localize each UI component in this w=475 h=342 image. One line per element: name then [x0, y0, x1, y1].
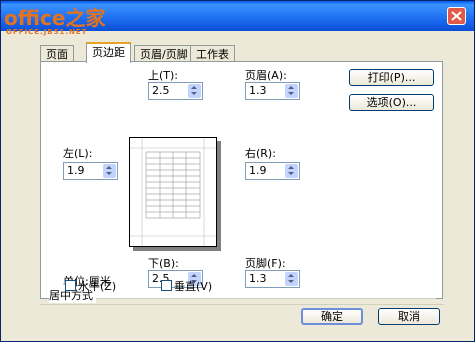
left-margin-spinner[interactable]: 1.9 [63, 162, 118, 180]
margins-panel: 上(T): 2.5 页眉(A): 1.3 打印(P)... 选项(O)... 左… [40, 61, 443, 303]
top-margin-label: 上(T): [148, 69, 179, 82]
tab-margins[interactable]: 页边距 [86, 42, 131, 63]
top-margin-value: 2.5 [152, 84, 170, 97]
bottom-margin-label: 下(B): [148, 257, 179, 270]
header-margin-spinner[interactable]: 1.3 [245, 82, 300, 100]
spinner-arrows-icon[interactable] [285, 164, 298, 178]
footer-margin-spinner[interactable]: 1.3 [245, 270, 300, 288]
watermark-sub-text: OFFICE.JB51.NET [6, 28, 88, 36]
close-button[interactable] [447, 7, 466, 25]
tab-sheet[interactable]: 工作表 [190, 45, 235, 62]
preview-grid-icon [130, 138, 216, 246]
spinner-arrows-icon[interactable] [103, 164, 116, 178]
page: 页面 页边距 页眉/页脚 工作表 上(T): 2.5 页眉(A): 1.3 打印… [0, 0, 475, 342]
right-margin-spinner[interactable]: 1.9 [245, 162, 300, 180]
options-button[interactable]: 选项(O)... [349, 94, 434, 111]
footer-divider [40, 304, 444, 305]
cancel-button[interactable]: 取消 [378, 308, 440, 325]
spinner-arrows-icon[interactable] [285, 272, 298, 286]
right-margin-label: 右(R): [245, 147, 276, 160]
footer-margin-label: 页脚(F): [245, 257, 286, 270]
page-preview [129, 137, 217, 247]
spinner-arrows-icon[interactable] [285, 84, 298, 98]
tab-header-footer[interactable]: 页眉/页脚 [134, 45, 194, 62]
footer-margin-value: 1.3 [249, 272, 267, 285]
print-button[interactable]: 打印(P)... [349, 69, 434, 86]
watermark-main-text: office之家 [4, 6, 106, 30]
header-margin-value: 1.3 [249, 84, 267, 97]
right-margin-value: 1.9 [249, 164, 267, 177]
center-horizontally-label[interactable]: 水平(Z) [78, 278, 116, 294]
page-setup-dialog: 页面 页边距 页眉/页脚 工作表 上(T): 2.5 页眉(A): 1.3 打印… [0, 0, 475, 342]
close-icon [451, 11, 462, 21]
left-margin-label: 左(L): [63, 147, 93, 160]
center-group-divider [51, 298, 436, 299]
center-vertically-checkbox[interactable] [161, 280, 172, 291]
ok-button[interactable]: 确定 [301, 308, 363, 325]
header-margin-label: 页眉(A): [245, 69, 287, 82]
center-horizontally-checkbox[interactable] [65, 280, 76, 291]
left-margin-value: 1.9 [67, 164, 85, 177]
tab-page[interactable]: 页面 [40, 45, 74, 62]
spinner-arrows-icon[interactable] [188, 84, 201, 98]
dialog-body: 页面 页边距 页眉/页脚 工作表 上(T): 2.5 页眉(A): 1.3 打印… [5, 31, 470, 339]
top-margin-spinner[interactable]: 2.5 [148, 82, 203, 100]
center-vertically-label[interactable]: 垂直(V) [174, 278, 212, 294]
